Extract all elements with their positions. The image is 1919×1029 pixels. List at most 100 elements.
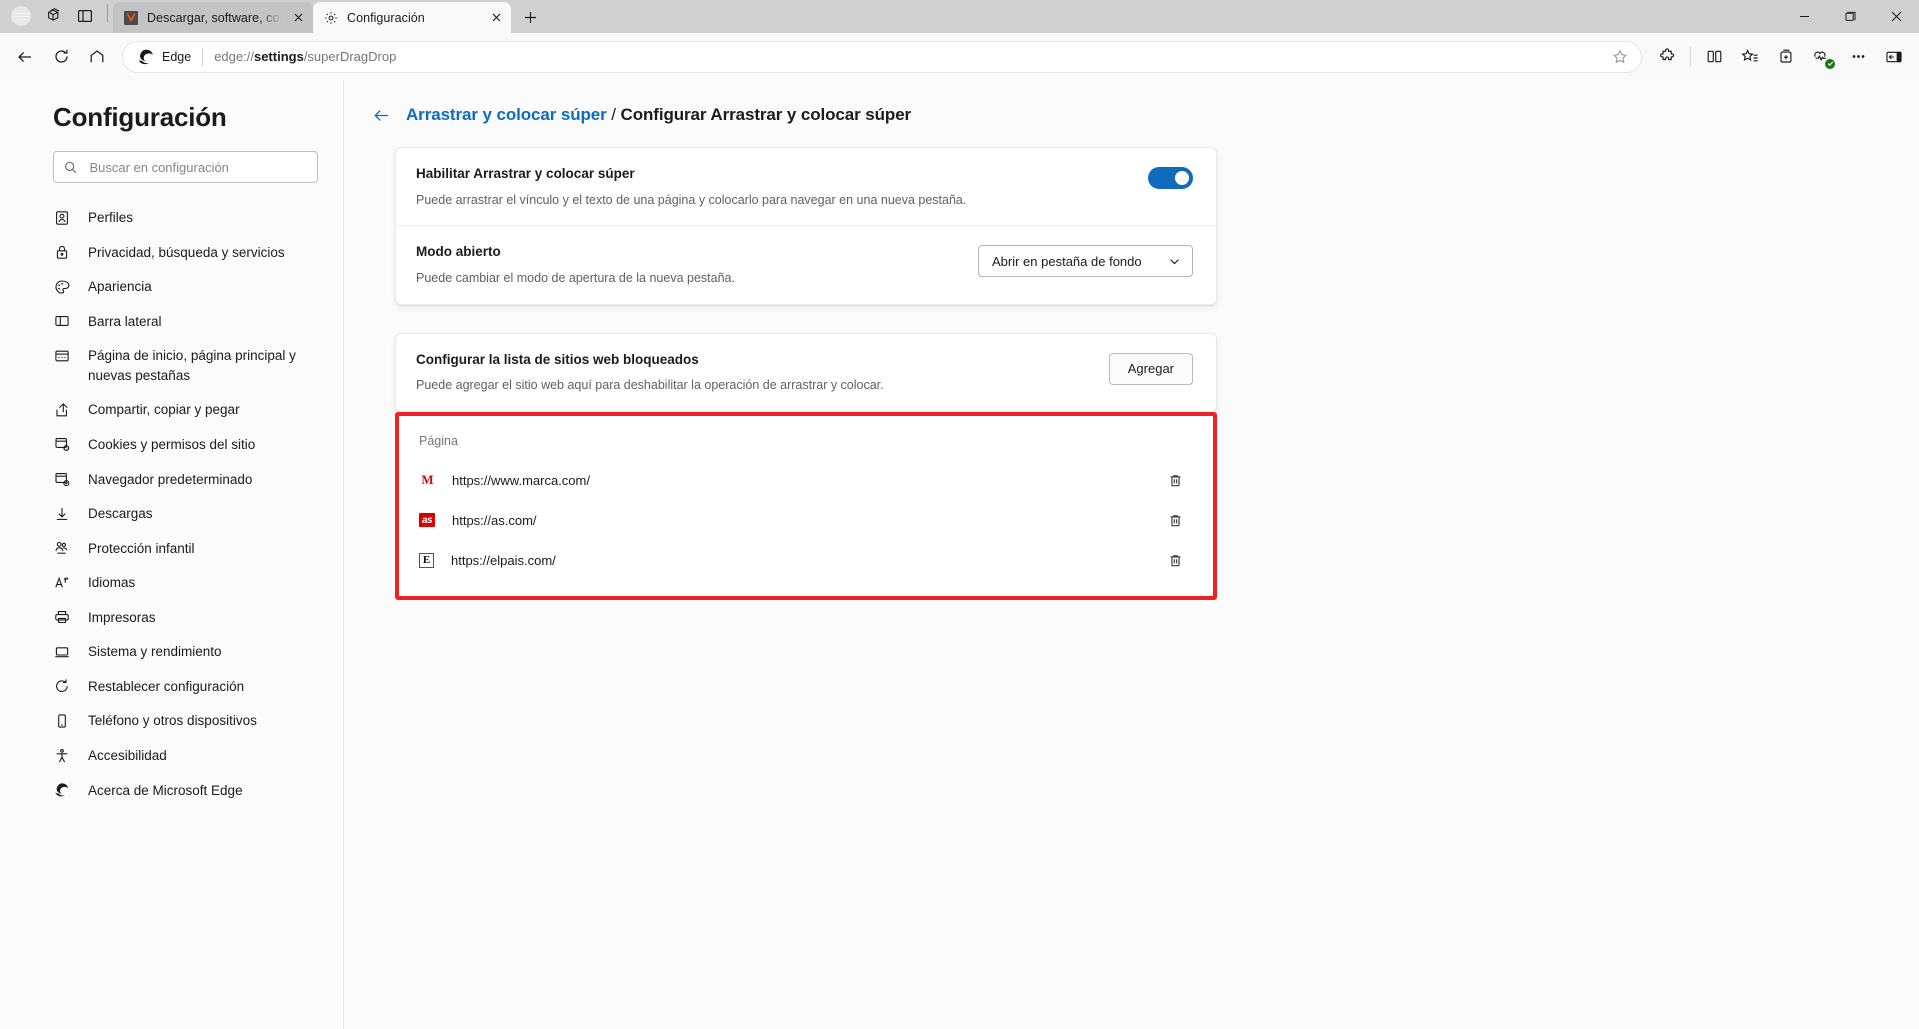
sidebar-item-impresoras[interactable]: Impresoras <box>0 600 343 635</box>
maximize-button[interactable] <box>1827 0 1873 33</box>
delete-site-button[interactable] <box>1160 505 1190 535</box>
favorites-button[interactable] <box>1733 40 1767 74</box>
edge-badge: Edge <box>137 48 191 66</box>
back-button[interactable] <box>8 40 42 74</box>
sidebar-item-perfiles[interactable]: Perfiles <box>0 200 343 235</box>
minimize-button[interactable] <box>1781 0 1827 33</box>
page-title: Configuración <box>53 102 227 132</box>
enable-superdragdrop-row: Habilitar Arrastrar y colocar súper Pued… <box>396 148 1216 225</box>
home-icon <box>90 49 104 62</box>
chevron-down-icon <box>1170 259 1179 265</box>
lock-icon <box>53 243 71 262</box>
profile-avatar-button[interactable] <box>6 2 36 30</box>
sidebar-item-cookies[interactable]: Cookies y permisos del sitio <box>0 427 343 462</box>
sidebar-item-barra-lateral[interactable]: Barra lateral <box>0 304 343 339</box>
sidebar-item-telefono[interactable]: Teléfono y otros dispositivos <box>0 703 343 738</box>
blocked-sites-list-highlight: Página M https://www.marca.com/ as https… <box>395 412 1217 601</box>
sidebar-item-label: Perfiles <box>88 210 134 225</box>
marca-favicon: M <box>421 472 433 488</box>
breadcrumb-back-button[interactable] <box>370 104 392 126</box>
printer-icon <box>53 608 71 627</box>
sidebar-item-label: Descargas <box>88 506 153 522</box>
breadcrumb-separator: / <box>606 105 621 124</box>
settings-and-more-button[interactable] <box>1841 40 1875 74</box>
enable-superdragdrop-toggle[interactable] <box>1148 167 1193 189</box>
new-tab-button[interactable] <box>515 3 545 31</box>
edge-logo-icon <box>53 781 71 800</box>
extensions-button[interactable] <box>1650 40 1684 74</box>
sidebar-item-compartir[interactable]: Compartir, copiar y pegar <box>0 392 343 427</box>
profile-icon <box>53 208 71 227</box>
blocked-sites-control: Agregar <box>1108 351 1193 385</box>
add-site-button[interactable]: Agregar <box>1108 352 1193 385</box>
close-button[interactable] <box>1873 0 1919 33</box>
share-icon <box>53 400 71 419</box>
workspaces-icon <box>47 8 59 21</box>
address-bar[interactable]: Edge edge://settings/superDragDrop <box>122 40 1642 73</box>
sidebar-item-label: Página de inicio, página principal y nue… <box>88 348 296 383</box>
blocked-sites-column-header: Página <box>419 434 458 449</box>
sidebar-item-label: Acerca de Microsoft Edge <box>88 782 243 798</box>
as-favicon: as <box>419 513 435 528</box>
sidebar-item-apariencia[interactable]: Apariencia <box>0 269 343 304</box>
tab-close-button[interactable] <box>289 9 307 27</box>
drag-drop-settings-card: Habilitar Arrastrar y colocar súper Pued… <box>395 147 1217 305</box>
blocked-site-url: https://www.marca.com/ <box>452 472 590 488</box>
home-button[interactable] <box>80 40 114 74</box>
sidebar-item-label: Privacidad, búsqueda y servicios <box>88 244 285 260</box>
sidebar-nav-list: Perfiles Privacidad, búsqueda y servicio… <box>0 200 343 807</box>
add-favorite-button[interactable] <box>1605 43 1635 71</box>
back-arrow-icon <box>18 51 31 62</box>
blocked-sites-card: Configurar la lista de sitios web bloque… <box>395 332 1217 413</box>
open-mode-select[interactable]: Abrir en pestaña de fondo <box>978 245 1193 278</box>
split-screen-button[interactable] <box>1697 40 1731 74</box>
window-controls <box>1781 0 1919 33</box>
enable-row-control <box>1148 165 1193 189</box>
sidebar-toggle-button[interactable] <box>1877 40 1911 74</box>
breadcrumb-parent-link[interactable]: Arrastrar y colocar súper <box>406 105 607 124</box>
elpais-favicon: E <box>419 552 434 568</box>
search-box[interactable] <box>53 151 318 183</box>
trash-icon <box>1170 474 1180 487</box>
sidebar-item-idiomas[interactable]: Idiomas <box>0 565 343 600</box>
sidebar-item-accesibilidad[interactable]: Accesibilidad <box>0 738 343 773</box>
edge-logo-icon <box>138 49 153 64</box>
search-input[interactable] <box>89 159 307 175</box>
blocked-sites-title: Configurar la lista de sitios web bloque… <box>416 351 699 367</box>
collections-button[interactable] <box>1769 40 1803 74</box>
sidebar-item-privacidad[interactable]: Privacidad, búsqueda y servicios <box>0 235 343 270</box>
mode-row-text: Modo abierto Puede cambiar el modo de ap… <box>416 243 958 286</box>
sidebar-toggle-icon <box>1886 51 1902 62</box>
mode-row-title: Modo abierto <box>416 244 501 260</box>
favorites-star-list-icon <box>1741 48 1758 61</box>
search-container <box>0 151 343 183</box>
delete-site-button[interactable] <box>1160 545 1190 575</box>
table-row: as https://as.com/ <box>419 500 1190 540</box>
tab-close-button[interactable] <box>487 9 505 27</box>
omnibox-divider <box>202 47 204 66</box>
tab-descargar[interactable]: Descargar, software, controladores <box>113 2 313 33</box>
tab-actions-button[interactable] <box>70 2 100 30</box>
sidebar-item-sistema[interactable]: Sistema y rendimiento <box>0 634 343 669</box>
sidebar-item-proteccion-infantil[interactable]: Protección infantil <box>0 531 343 566</box>
mode-row-description: Puede cambiar el modo de apertura de la … <box>416 270 735 285</box>
workspaces-button[interactable] <box>38 2 68 30</box>
settings-page: Configuración Perfiles Privacidad, búsqu… <box>0 80 1919 1029</box>
sidebar-item-navegador-predeterminado[interactable]: Navegador predeterminado <box>0 462 343 497</box>
start-page-icon <box>53 346 71 365</box>
open-mode-selected-value: Abrir en pestaña de fondo <box>992 253 1142 269</box>
browser-essentials-button[interactable] <box>1805 40 1839 74</box>
sidebar-item-label: Cookies y permisos del sitio <box>88 436 256 452</box>
star-icon <box>1612 49 1628 63</box>
sidebar-item-descargas[interactable]: Descargas <box>0 496 343 531</box>
phone-icon <box>53 711 71 730</box>
delete-site-button[interactable] <box>1160 465 1190 495</box>
sidebar-item-acerca-de[interactable]: Acerca de Microsoft Edge <box>0 773 343 808</box>
browser-toolbar: Edge edge://settings/superDragDrop <box>0 33 1919 80</box>
family-safety-icon <box>53 539 71 558</box>
sidebar-item-pagina-inicio[interactable]: Página de inicio, página principal y nue… <box>0 338 343 392</box>
sidebar-item-label: Protección infantil <box>88 540 195 556</box>
tab-configuracion[interactable]: Configuración <box>313 2 511 33</box>
sidebar-item-restablecer[interactable]: Restablecer configuración <box>0 669 343 704</box>
refresh-button[interactable] <box>44 40 78 74</box>
